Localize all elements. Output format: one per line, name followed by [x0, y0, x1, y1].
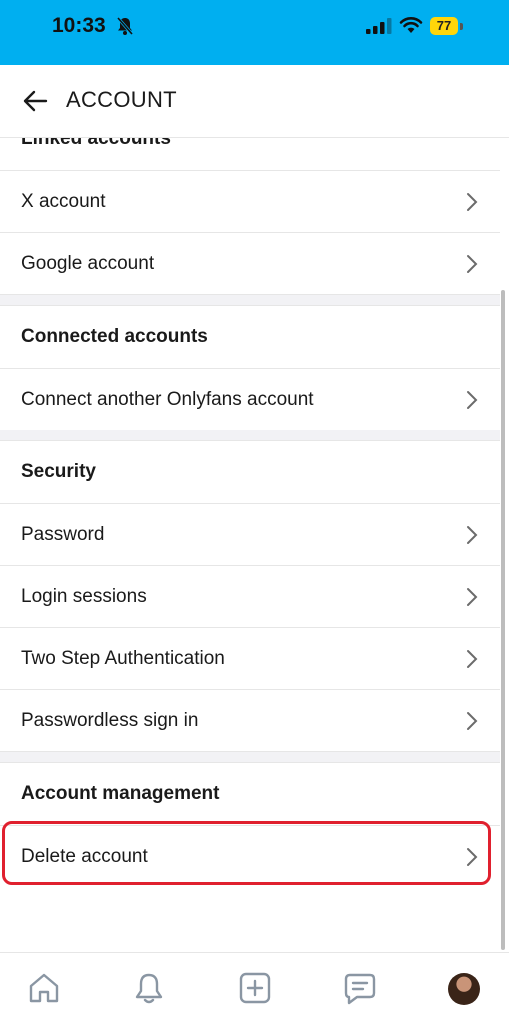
- messages-icon[interactable]: [343, 971, 377, 1005]
- row-password[interactable]: Password: [0, 504, 500, 566]
- chevron-right-icon: [467, 847, 478, 866]
- back-arrow-icon[interactable]: [22, 89, 48, 113]
- section-header-account-management: Account management: [0, 763, 500, 826]
- section-divider: [0, 430, 500, 441]
- scrollbar[interactable]: [501, 290, 505, 950]
- settings-list: Linked accounts X account Google account…: [0, 138, 509, 950]
- home-icon[interactable]: [27, 971, 61, 1005]
- wifi-icon: [399, 17, 423, 33]
- row-connect-another-account[interactable]: Connect another Onlyfans account: [0, 369, 500, 431]
- row-label: Two Step Authentication: [21, 647, 225, 669]
- row-label: Delete account: [21, 845, 148, 867]
- section-title: Security: [21, 461, 96, 482]
- battery-tip: [460, 23, 463, 30]
- section-title: Linked accounts: [21, 138, 171, 149]
- row-passwordless-sign-in[interactable]: Passwordless sign in: [0, 690, 500, 752]
- row-google-account[interactable]: Google account: [0, 233, 500, 295]
- add-post-icon[interactable]: [238, 971, 272, 1005]
- row-label: Passwordless sign in: [21, 709, 199, 731]
- row-delete-account[interactable]: Delete account: [0, 826, 500, 887]
- section-title: Account management: [21, 783, 220, 804]
- row-two-step-authentication[interactable]: Two Step Authentication: [0, 628, 500, 690]
- section-header-linked-accounts: Linked accounts: [0, 138, 500, 171]
- bottom-nav: [0, 952, 509, 1025]
- chevron-right-icon: [467, 254, 478, 273]
- row-label: Connect another Onlyfans account: [21, 388, 314, 410]
- chevron-right-icon: [467, 587, 478, 606]
- section-divider: [0, 295, 500, 306]
- status-time: 10:33: [52, 14, 106, 37]
- status-bar: 10:33 77: [0, 0, 509, 65]
- battery-indicator: 77: [430, 17, 458, 35]
- app-header: ACCOUNT: [0, 65, 509, 138]
- row-label: X account: [21, 190, 106, 212]
- row-label: Login sessions: [21, 585, 147, 607]
- chevron-right-icon: [467, 390, 478, 409]
- chevron-right-icon: [467, 525, 478, 544]
- page-title: ACCOUNT: [66, 87, 177, 112]
- bell-muted-icon: [116, 17, 134, 35]
- avatar[interactable]: [448, 973, 480, 1005]
- row-login-sessions[interactable]: Login sessions: [0, 566, 500, 628]
- chevron-right-icon: [467, 649, 478, 668]
- section-header-security: Security: [0, 441, 500, 504]
- section-header-connected-accounts: Connected accounts: [0, 306, 500, 369]
- cellular-signal-icon: [366, 18, 392, 34]
- row-x-account[interactable]: X account: [0, 171, 500, 233]
- bell-icon[interactable]: [132, 971, 166, 1005]
- chevron-right-icon: [467, 192, 478, 211]
- section-divider: [0, 752, 500, 763]
- row-label: Google account: [21, 252, 155, 274]
- chevron-right-icon: [467, 711, 478, 730]
- section-title: Connected accounts: [21, 326, 208, 347]
- row-label: Password: [21, 523, 105, 545]
